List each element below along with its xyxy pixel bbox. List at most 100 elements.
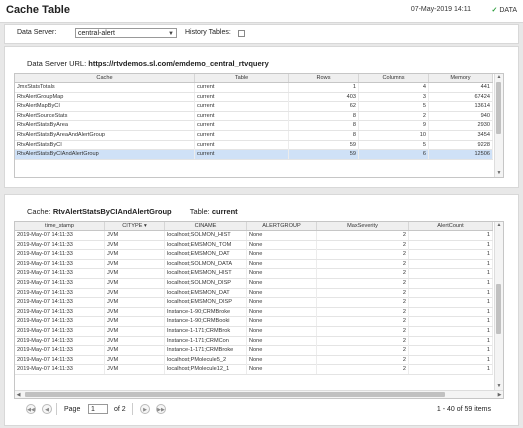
last-page-icon[interactable]: ▶▶	[156, 404, 166, 414]
table-cell: JVM	[105, 336, 165, 346]
table-row[interactable]: 2019-May-07 14:11:33 JVM localhost;EMSMON_…	[15, 240, 493, 251]
table-row[interactable]: RtvAlertStatsByCI current 59 5 9228	[15, 140, 493, 151]
table-cell: 2019-May-07 14:11:33	[15, 240, 105, 250]
scroll-up-icon[interactable]: ▲	[495, 222, 503, 229]
table-cell: 1	[289, 83, 359, 92]
history-tables-checkbox[interactable]	[238, 30, 245, 37]
table-cell: 1	[409, 279, 493, 288]
table-cell: RtvAlertStatsByCI	[15, 140, 195, 150]
table-row[interactable]: 2019-May-07 14:11:33 JVM Instance-1-171;CR…	[15, 336, 493, 347]
column-header[interactable]: Table	[195, 74, 289, 82]
table-cell: 1	[409, 288, 493, 298]
table-cell: JVM	[105, 250, 165, 260]
table-cell: 2	[317, 355, 409, 365]
table-cell: 9228	[429, 140, 493, 150]
filter-bar: Data Server: central-alert ▼ History Tabl…	[4, 24, 519, 44]
column-header[interactable]: AlertCount	[409, 222, 493, 230]
column-header[interactable]: MaxSeverity	[317, 222, 409, 230]
table-cell: 2	[317, 317, 409, 327]
table-cell: current	[195, 102, 289, 112]
table-cell: RtvAlertMapByCI	[15, 102, 195, 112]
column-header[interactable]: CINAME	[165, 222, 247, 230]
vertical-scrollbar[interactable]: ▲ ▼	[494, 222, 503, 390]
scroll-thumb[interactable]	[496, 284, 501, 334]
table-cell: 8	[289, 121, 359, 131]
horizontal-scrollbar[interactable]: ◀ ▶	[15, 390, 503, 398]
page-input[interactable]: 1	[88, 404, 108, 414]
table-row[interactable]: 2019-May-07 14:11:33 JVM Instance-1-90;CRM…	[15, 317, 493, 327]
table-row[interactable]: RtvAlertStatsByAreaAndAlertGroup current 8…	[15, 131, 493, 141]
table-cell: RtvAlertStatsByAreaAndAlertGroup	[15, 131, 195, 140]
scroll-thumb[interactable]	[496, 82, 501, 134]
column-header[interactable]: Memory	[429, 74, 493, 82]
scroll-thumb[interactable]	[25, 392, 445, 397]
scroll-down-icon[interactable]: ▼	[495, 170, 503, 177]
top-bar: Cache Table 07-May-2019 14:11 ✓ DATA	[0, 0, 523, 23]
table-row[interactable]: 2019-May-07 14:11:33 JVM localhost;EMSMON_…	[15, 298, 493, 308]
table-row[interactable]: 2019-May-07 14:11:33 JVM localhost;SOLMON_…	[15, 279, 493, 289]
table-cell: 1	[409, 307, 493, 317]
column-header[interactable]: CITYPE ▾	[105, 222, 165, 230]
table-cell: 9	[359, 121, 429, 131]
table-cell: localhost;EMSMON_TOM	[165, 240, 247, 250]
pagination: ◀◀ ◀ Page 1 of 2 ▶ ▶▶ 1 - 40 of 59 items	[4, 399, 517, 419]
table-cell: None	[247, 346, 317, 356]
table-cell: None	[247, 365, 317, 375]
table-cell: 1	[409, 231, 493, 240]
table-row[interactable]: 2019-May-07 14:11:33 JVM localhost;PMolecu…	[15, 355, 493, 366]
table-row[interactable]: 2019-May-07 14:11:33 JVM Instance-1-90;CRM…	[15, 307, 493, 318]
table-row[interactable]: JmxStatsTotals current 1 4 441	[15, 83, 493, 93]
table-row[interactable]: RtvAlertMapByCI current 62 5 13614	[15, 102, 493, 112]
table-row[interactable]: 2019-May-07 14:11:33 JVM localhost;EMSMON_…	[15, 288, 493, 299]
table-cell: 67424	[429, 92, 493, 102]
table-cell: localhost;EMSMON_DAT	[165, 288, 247, 298]
table-row[interactable]: 2019-May-07 14:11:33 JVM Instance-1-171;CR…	[15, 346, 493, 356]
column-header[interactable]: time_stamp	[15, 222, 105, 230]
vertical-scrollbar[interactable]: ▲ ▼	[494, 74, 503, 177]
table-cell: 1	[409, 250, 493, 260]
table-cell: None	[247, 355, 317, 365]
table-row[interactable]: 2019-May-07 14:11:33 JVM localhost;PMolecu…	[15, 365, 493, 375]
table-cell: 2	[317, 269, 409, 279]
table-label: Table:	[189, 207, 210, 216]
table-row[interactable]: 2019-May-07 14:11:33 JVM Instance-1-171;CR…	[15, 327, 493, 337]
table-row[interactable]: RtvAlertStatsByArea current 8 9 2930	[15, 121, 493, 131]
scroll-right-icon[interactable]: ▶	[496, 391, 503, 398]
table-cell: 2019-May-07 14:11:33	[15, 317, 105, 327]
table-cell: localhost;PMolecule12_1	[165, 365, 247, 375]
next-page-icon[interactable]: ▶	[140, 404, 150, 414]
table-cell: 1	[409, 298, 493, 308]
table-cell: JVM	[105, 259, 165, 269]
table-row[interactable]: RtvAlertSourceStats current 8 2 940	[15, 111, 493, 122]
page-count: of 2	[114, 406, 126, 413]
table-row[interactable]: RtvAlertGroupMap current 403 3 67424	[15, 92, 493, 103]
table-cell: 1	[409, 355, 493, 365]
column-header[interactable]: Columns	[359, 74, 429, 82]
table-cell: None	[247, 288, 317, 298]
scroll-left-icon[interactable]: ◀	[15, 391, 22, 398]
prev-page-icon[interactable]: ◀	[42, 404, 52, 414]
scroll-up-icon[interactable]: ▲	[495, 74, 503, 81]
table-cell: None	[247, 231, 317, 240]
page-label: Page	[64, 406, 81, 413]
table-cell: JVM	[105, 231, 165, 240]
table-cell: 62	[289, 102, 359, 112]
table-cell: 3	[359, 92, 429, 102]
column-header[interactable]: Rows	[289, 74, 359, 82]
first-page-icon[interactable]: ◀◀	[26, 404, 36, 414]
cache-panel: Data Server URL: https://rtvdemos.sl.com…	[4, 46, 519, 188]
data-server-select[interactable]: central-alert ▼	[75, 28, 177, 38]
scroll-down-icon[interactable]: ▼	[495, 383, 503, 390]
table-row[interactable]: 2019-May-07 14:11:33 JVM localhost;SOLMON_…	[15, 231, 493, 241]
column-header[interactable]: Cache	[15, 74, 195, 82]
table-row[interactable]: 2019-May-07 14:11:33 JVM localhost;EMSMON_…	[15, 250, 493, 260]
table-row[interactable]: RtvAlertStatsByCIAndAlertGroup current 59 6…	[15, 150, 493, 160]
table-cell: 2019-May-07 14:11:33	[15, 365, 105, 375]
page-title: Cache Table	[6, 4, 70, 16]
column-header[interactable]: ALERTGROUP	[247, 222, 317, 230]
table-cell: JVM	[105, 279, 165, 288]
data-server-url: Data Server URL: https://rtvdemos.sl.com…	[27, 59, 269, 68]
table-cell: current	[195, 150, 289, 160]
table-row[interactable]: 2019-May-07 14:11:33 JVM localhost;SOLMON_…	[15, 259, 493, 270]
table-row[interactable]: 2019-May-07 14:11:33 JVM localhost;EMSMON_…	[15, 269, 493, 279]
